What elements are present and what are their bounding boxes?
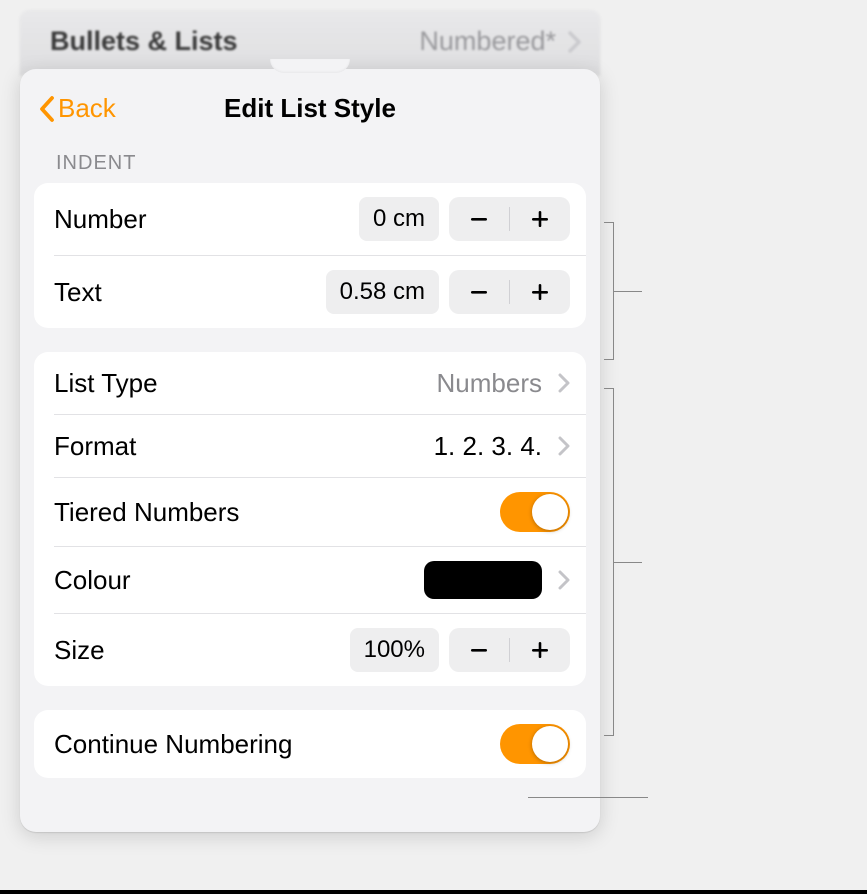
size-value: 100% (350, 628, 439, 672)
header-title: Bullets & Lists (50, 26, 238, 57)
panel-nav: Back Edit List Style (34, 87, 586, 146)
panel-notch (270, 59, 350, 73)
panel-title: Edit List Style (224, 93, 396, 124)
indent-text-value: 0.58 cm (326, 270, 439, 314)
annotation-tick (614, 291, 642, 292)
tiered-numbers-label: Tiered Numbers (54, 497, 239, 528)
plus-icon (529, 208, 551, 230)
indent-number-decrease-button[interactable] (449, 197, 509, 241)
chevron-right-icon (558, 436, 570, 456)
chevron-right-icon (558, 570, 570, 590)
bottom-border (0, 890, 867, 894)
plus-icon (529, 281, 551, 303)
indent-number-row: Number 0 cm (34, 183, 586, 255)
annotation-bracket (604, 222, 614, 360)
indent-text-label: Text (54, 277, 102, 308)
annotation-tick (614, 562, 642, 563)
size-row: Size 100% (34, 614, 586, 686)
indent-card: Number 0 cm Text (34, 183, 586, 328)
indent-number-stepper (449, 197, 570, 241)
indent-section-label: INDENT (34, 146, 586, 183)
size-stepper (449, 628, 570, 672)
minus-icon (468, 208, 490, 230)
continue-numbering-toggle[interactable] (500, 724, 570, 764)
chevron-right-icon (568, 31, 582, 53)
colour-row[interactable]: Colour (34, 547, 586, 613)
format-label: Format (54, 431, 136, 462)
tiered-numbers-row: Tiered Numbers (34, 478, 586, 546)
plus-icon (529, 639, 551, 661)
continue-numbering-row: Continue Numbering (34, 710, 586, 778)
size-increase-button[interactable] (510, 628, 570, 672)
indent-text-row: Text 0.58 cm (34, 256, 586, 328)
colour-swatch (424, 561, 542, 599)
indent-text-increase-button[interactable] (510, 270, 570, 314)
size-label: Size (54, 635, 105, 666)
chevron-left-icon (38, 95, 56, 123)
continue-numbering-label: Continue Numbering (54, 729, 292, 760)
chevron-right-icon (558, 373, 570, 393)
list-type-row[interactable]: List Type Numbers (34, 352, 586, 414)
minus-icon (468, 639, 490, 661)
toggle-knob (532, 726, 568, 762)
toggle-knob (532, 494, 568, 530)
indent-number-increase-button[interactable] (510, 197, 570, 241)
list-type-value: Numbers (437, 368, 542, 399)
back-button[interactable]: Back (38, 93, 116, 124)
edit-list-style-panel: Back Edit List Style INDENT Number 0 cm (20, 69, 600, 832)
continue-numbering-card: Continue Numbering (34, 710, 586, 778)
header-list-style-value: Numbered* (419, 26, 556, 57)
list-type-label: List Type (54, 368, 158, 399)
indent-number-label: Number (54, 204, 146, 235)
annotation-tick (528, 797, 648, 798)
indent-text-stepper (449, 270, 570, 314)
tiered-numbers-toggle[interactable] (500, 492, 570, 532)
annotation-bracket (604, 388, 614, 736)
back-label: Back (58, 93, 116, 124)
colour-label: Colour (54, 565, 131, 596)
format-value: 1. 2. 3. 4. (434, 431, 542, 462)
format-row[interactable]: Format 1. 2. 3. 4. (34, 415, 586, 477)
size-decrease-button[interactable] (449, 628, 509, 672)
options-card: List Type Numbers Format 1. 2. 3. 4. (34, 352, 586, 686)
indent-text-decrease-button[interactable] (449, 270, 509, 314)
indent-number-value: 0 cm (359, 197, 439, 241)
minus-icon (468, 281, 490, 303)
